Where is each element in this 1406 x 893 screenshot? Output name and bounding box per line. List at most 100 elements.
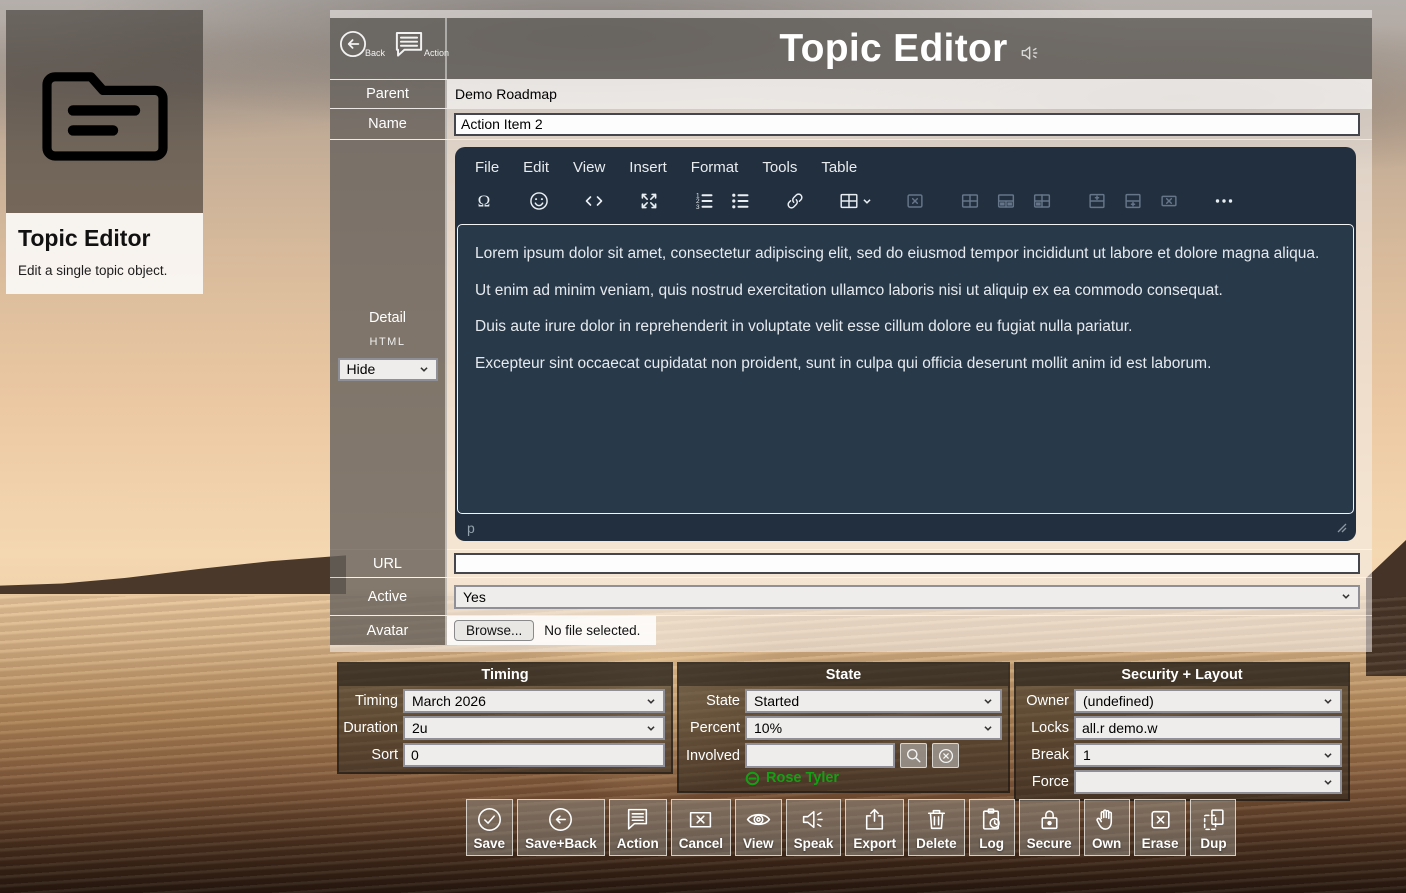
timing-select[interactable]: March 2026 (403, 689, 665, 713)
dup-button[interactable]: Dup (1190, 799, 1237, 856)
omega-icon: Ω (478, 192, 491, 211)
ordered-list-icon: 123 (696, 192, 713, 211)
url-input[interactable] (454, 553, 1360, 574)
url-label: URL (330, 550, 447, 577)
erase-button[interactable]: Erase (1133, 799, 1187, 856)
hand-icon (1096, 809, 1113, 830)
security-panel-title: Security + Layout (1016, 664, 1348, 686)
locks-label: Locks (1031, 720, 1069, 736)
emoticon-button[interactable] (522, 186, 556, 216)
action-button-header[interactable]: Action (391, 29, 449, 59)
editor-content[interactable]: Lorem ipsum dolor sit amet, consectetur … (457, 224, 1354, 514)
speaker-mute-icon[interactable] (1020, 44, 1040, 62)
state-panel-title: State (679, 664, 1008, 686)
panel-header: Back Action Topic Editor (330, 18, 1372, 79)
state-label: State (706, 693, 740, 709)
arrow-left-circle-icon (339, 30, 367, 58)
eye-icon (746, 813, 770, 826)
more-options-button[interactable] (1207, 186, 1241, 216)
fullscreen-icon (641, 193, 657, 209)
more-options-icon (1215, 199, 1233, 203)
ordered-list-button[interactable]: 123 (687, 186, 721, 216)
action-button-label: Action (424, 48, 450, 58)
menu-table[interactable]: Table (811, 155, 867, 180)
involved-input[interactable] (745, 743, 895, 768)
parent-label: Parent (330, 80, 447, 108)
detail-format-label: HTML (369, 335, 406, 348)
arrow-left-circle-icon (549, 808, 573, 831)
active-row: Active Yes (330, 577, 1372, 615)
state-panel: State State Started Percent 10% Involved… (677, 662, 1010, 793)
table-row-properties-button (989, 186, 1023, 216)
involved-member[interactable]: Rose Tyler (679, 770, 1008, 786)
svg-text:Ω: Ω (478, 192, 491, 211)
x-box-icon (1150, 810, 1170, 829)
menu-format[interactable]: Format (681, 155, 749, 180)
resize-handle-icon[interactable] (1337, 523, 1347, 533)
delete-button[interactable]: Delete (908, 799, 965, 856)
mountain-silhouette (0, 555, 346, 594)
remove-member-icon[interactable] (745, 771, 760, 786)
table-delete-icon (907, 194, 923, 208)
avatar-row: Avatar Browse... No file selected. (330, 615, 1372, 645)
editor-paragraph: Ut enim ad minim veniam, quis nostrud ex… (475, 281, 1223, 299)
speech-bubble-icon (628, 808, 648, 830)
timing-panel-title: Timing (339, 664, 671, 686)
percent-select[interactable]: 10% (745, 716, 1002, 740)
special-character-button[interactable]: Ω (467, 186, 501, 216)
menu-view[interactable]: View (563, 155, 615, 180)
name-input[interactable] (454, 112, 1360, 136)
delete-row-button (1152, 186, 1186, 216)
table-cell-properties-icon (961, 194, 979, 208)
owner-select[interactable]: (undefined) (1074, 689, 1342, 713)
bullet-list-button[interactable] (723, 186, 757, 216)
browse-button[interactable]: Browse... (454, 620, 535, 641)
circle-x-icon (938, 748, 953, 763)
involved-search-button[interactable] (900, 743, 927, 768)
view-button[interactable]: View (735, 799, 782, 856)
element-path[interactable]: p (467, 520, 475, 536)
table-cell-properties-button (953, 186, 987, 216)
menu-insert[interactable]: Insert (619, 155, 677, 180)
force-label: Force (1031, 774, 1069, 790)
app-card[interactable]: Topic Editor Edit a single topic object. (6, 10, 203, 294)
cancel-button[interactable]: Cancel (670, 799, 732, 856)
action-button[interactable]: Action (608, 799, 667, 856)
speak-button[interactable]: Speak (785, 799, 842, 856)
fullscreen-button[interactable] (632, 186, 666, 216)
save-back-button[interactable]: Save+Back (517, 799, 605, 856)
menu-file[interactable]: File (465, 155, 509, 180)
duplicate-icon (1203, 809, 1224, 831)
sort-label: Sort (371, 747, 398, 763)
parent-value: Demo Roadmap (447, 80, 1372, 108)
table-button[interactable] (833, 186, 877, 216)
save-button[interactable]: Save (465, 799, 514, 856)
page-title: Topic Editor (779, 26, 1008, 70)
link-button[interactable] (778, 186, 812, 216)
duration-select[interactable]: 2u (403, 716, 665, 740)
sort-input[interactable] (403, 743, 665, 767)
owner-label: Owner (1026, 693, 1069, 709)
editor-paragraph: Excepteur sint occaecat cupidatat non pr… (475, 355, 1212, 373)
force-select[interactable] (1074, 770, 1342, 794)
secure-button[interactable]: Secure (1018, 799, 1080, 856)
menu-edit[interactable]: Edit (513, 155, 559, 180)
log-button[interactable]: Log (968, 799, 1015, 856)
svg-text:3: 3 (696, 204, 700, 211)
involved-clear-button[interactable] (932, 743, 959, 768)
url-row: URL (330, 549, 1372, 577)
panel-title-area: Topic Editor (447, 18, 1372, 79)
break-select[interactable]: 1 (1074, 743, 1342, 767)
detail-visibility-select[interactable]: Hide (337, 357, 438, 381)
own-button[interactable]: Own (1083, 799, 1130, 856)
back-button[interactable]: Back (338, 29, 385, 59)
active-label: Active (330, 578, 447, 615)
source-code-button[interactable] (577, 186, 611, 216)
avatar-file-input: Browse... No file selected. (447, 616, 657, 645)
menu-tools[interactable]: Tools (752, 155, 807, 180)
state-select[interactable]: Started (745, 689, 1002, 713)
emoticon-icon (530, 192, 548, 210)
active-select[interactable]: Yes (454, 584, 1360, 609)
locks-input[interactable] (1074, 716, 1342, 740)
export-button[interactable]: Export (845, 799, 905, 856)
